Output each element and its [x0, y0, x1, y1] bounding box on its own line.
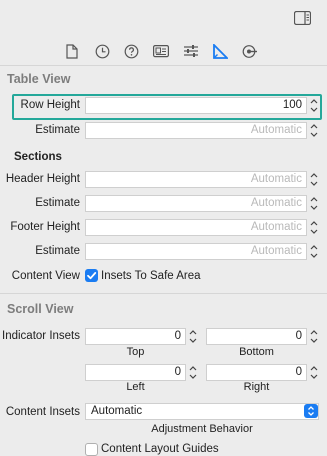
indicator-inset-top-field[interactable]: 0: [85, 328, 186, 345]
header-estimate-label: Estimate: [35, 197, 80, 209]
content-insets-label: Content Insets: [5, 406, 80, 418]
indicator-inset-bottom-caption: Bottom: [239, 346, 274, 358]
indicator-inset-bottom-stepper[interactable]: [309, 328, 319, 345]
sidebar-toggle-icon[interactable]: [293, 10, 312, 28]
section-divider: [0, 293, 327, 294]
indicator-inset-right-caption: Right: [243, 381, 270, 393]
footer-height-label: Footer Height: [10, 221, 80, 233]
row-height-stepper[interactable]: [309, 97, 319, 114]
table-view-section-title: Table View: [7, 72, 71, 86]
indicator-inset-left-field[interactable]: 0: [85, 364, 186, 381]
scroll-view-section-title: Scroll View: [7, 302, 74, 316]
inspector-header: [0, 0, 327, 39]
sections-title: Sections: [14, 151, 62, 163]
indicator-inset-left-caption: Left: [126, 381, 145, 393]
indicator-inset-left-stepper[interactable]: [188, 364, 198, 381]
popup-chevron-icon[interactable]: [304, 404, 318, 418]
footer-height-field[interactable]: Automatic: [85, 219, 307, 236]
indicator-inset-top-stepper[interactable]: [188, 328, 198, 345]
header-height-label: Header Height: [5, 173, 80, 185]
row-estimate-field[interactable]: Automatic: [85, 122, 307, 139]
inspector-toolbar: [0, 38, 327, 66]
insets-to-safe-area-checkbox[interactable]: [85, 269, 98, 282]
header-estimate-stepper[interactable]: [309, 195, 319, 212]
header-estimate-field[interactable]: Automatic: [85, 195, 307, 212]
row-estimate-label: Estimate: [35, 124, 80, 136]
row-height-field[interactable]: 100: [85, 97, 307, 114]
indicator-inset-top-caption: Top: [126, 346, 145, 358]
content-insets-caption: Adjustment Behavior: [151, 423, 253, 435]
sliders-icon[interactable]: [183, 44, 199, 60]
indicator-inset-right-stepper[interactable]: [309, 364, 319, 381]
content-view-label: Content View: [11, 270, 80, 282]
footer-estimate-label: Estimate: [35, 245, 80, 257]
footer-estimate-stepper[interactable]: [309, 243, 319, 260]
content-insets-value: Automatic: [91, 405, 143, 417]
indicator-inset-bottom-field[interactable]: 0: [206, 328, 307, 345]
row-estimate-stepper[interactable]: [309, 122, 319, 139]
insets-to-safe-area-label: Insets To Safe Area: [101, 270, 201, 282]
content-insets-popup[interactable]: Automatic: [85, 403, 319, 420]
row-height-label: Row Height: [20, 99, 80, 111]
ruler-icon[interactable]: [213, 44, 229, 60]
indicator-inset-right-field[interactable]: 0: [206, 364, 307, 381]
header-height-stepper[interactable]: [309, 171, 319, 188]
header-height-field[interactable]: Automatic: [85, 171, 307, 188]
footer-height-stepper[interactable]: [309, 219, 319, 236]
content-layout-guides-label: Content Layout Guides: [101, 443, 219, 455]
help-icon[interactable]: [124, 44, 140, 60]
footer-estimate-field[interactable]: Automatic: [85, 243, 307, 260]
identity-icon[interactable]: [153, 44, 169, 60]
file-icon[interactable]: [66, 44, 82, 60]
clock-icon[interactable]: [95, 44, 111, 60]
connections-icon[interactable]: [242, 44, 258, 60]
indicator-insets-label: Indicator Insets: [2, 330, 80, 342]
